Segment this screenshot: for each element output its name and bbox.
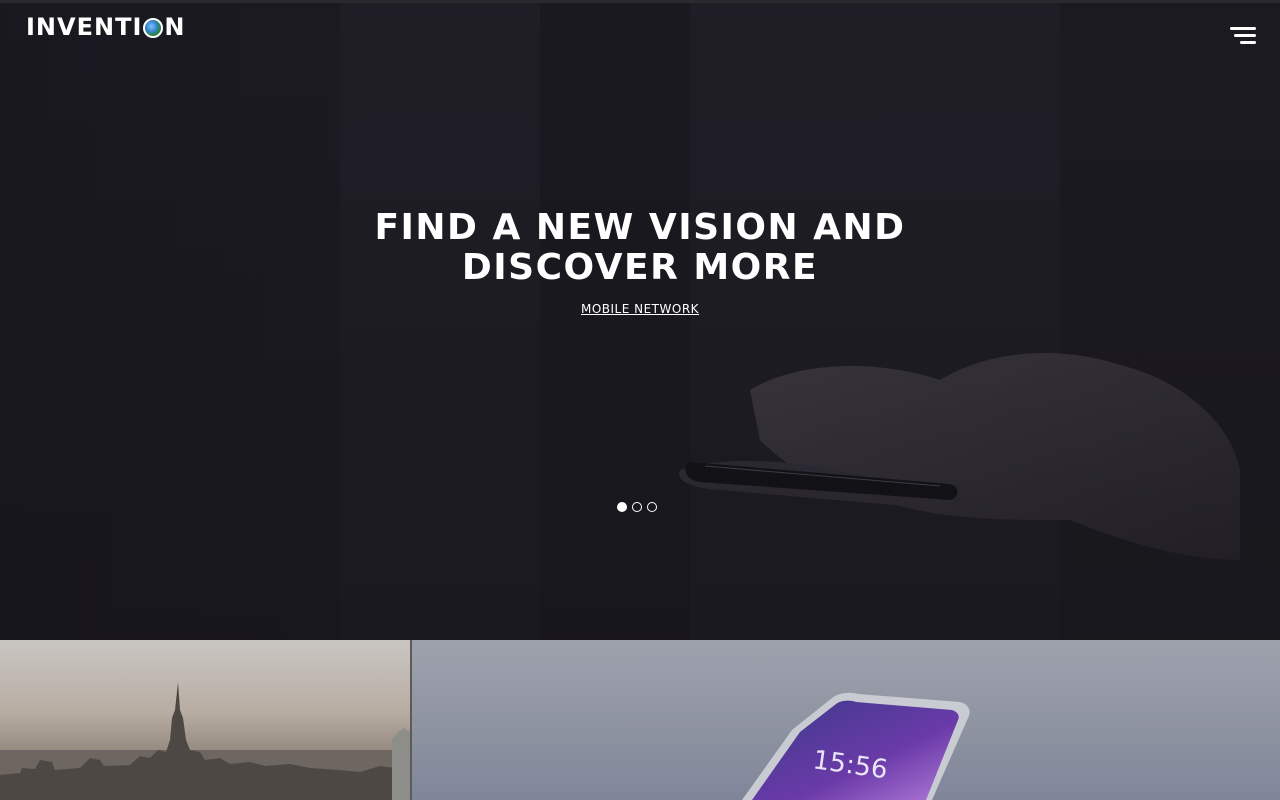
slider-dot-2[interactable]: [632, 502, 642, 512]
brand-name-suffix: N: [164, 13, 186, 41]
brand-name-prefix: INVENTI: [26, 13, 143, 41]
city-skyline-image[interactable]: [0, 640, 412, 800]
slider-pagination: [617, 502, 657, 512]
hero-slider: INVENTI N FIND A NEW VISION AND DISCOVER …: [0, 0, 1280, 640]
globe-icon: [143, 18, 164, 38]
hamburger-menu-icon[interactable]: [1228, 27, 1256, 47]
slider-dot-1[interactable]: [617, 502, 627, 512]
hero-title-line-2: DISCOVER MORE: [461, 247, 819, 288]
hero-title-line-1: FIND A NEW VISION AND: [374, 207, 906, 248]
top-navbar: INVENTI N: [0, 0, 1280, 60]
hero-background-image: [0, 0, 1280, 640]
city-skyline-illustration: [0, 640, 412, 800]
mobile-network-link[interactable]: MOBILE NETWORK: [540, 302, 740, 316]
smartphone-lockscreen-image[interactable]: 15:56: [412, 640, 1280, 800]
hero-title: FIND A NEW VISION AND DISCOVER MORE: [340, 208, 940, 288]
smartphone-illustration: 15:56: [742, 692, 970, 800]
brand-logo[interactable]: INVENTI N: [26, 13, 185, 41]
slider-dot-3[interactable]: [647, 502, 657, 512]
